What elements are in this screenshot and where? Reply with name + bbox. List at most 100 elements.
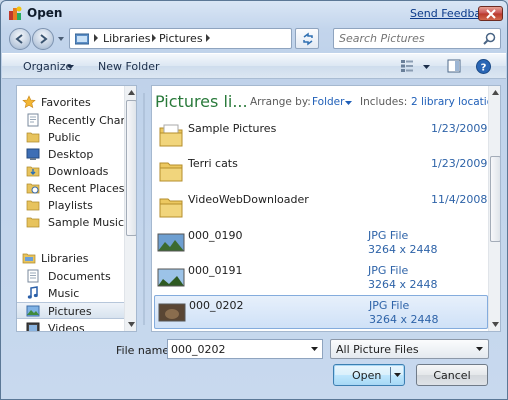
- open-button[interactable]: Open: [333, 364, 405, 386]
- scroll-up-icon[interactable]: [128, 90, 135, 95]
- nav-item-label: Music: [48, 287, 80, 300]
- libraries-label: Libraries: [41, 252, 89, 265]
- folder-icon: [159, 198, 183, 218]
- nav-item-recent-places[interactable]: Recent Places: [17, 180, 125, 197]
- nav-item-public[interactable]: Public: [17, 129, 125, 146]
- new-folder-button[interactable]: New Folder: [98, 60, 159, 73]
- file-type: JPG File: [369, 299, 410, 312]
- nav-item-music[interactable]: Music: [17, 285, 125, 302]
- file-type-filter[interactable]: All Picture Files: [330, 339, 489, 359]
- chevron-down-icon[interactable]: [345, 101, 352, 105]
- folder-icon: [26, 217, 40, 228]
- preview-pane-icon[interactable]: [447, 59, 461, 73]
- file-dimensions: 3264 x 2448: [368, 278, 438, 291]
- nav-item-label: Playlists: [48, 199, 93, 212]
- libraries-header[interactable]: Libraries: [17, 250, 125, 267]
- file-list-scrollbar[interactable]: [488, 86, 500, 331]
- scroll-down-icon[interactable]: [128, 322, 135, 327]
- chevron-down-icon: [476, 347, 483, 351]
- nav-item-recently-changed[interactable]: Recently Changed: [17, 112, 136, 129]
- file-type-filter-value: All Picture Files: [336, 343, 419, 356]
- videos-icon: [26, 322, 40, 331]
- nav-item-playlists[interactable]: Playlists: [17, 197, 125, 214]
- search-input[interactable]: [339, 31, 479, 46]
- file-list-pane: Pictures li... Arrange by: Folder Includ…: [151, 85, 501, 332]
- file-name-input[interactable]: [171, 342, 303, 356]
- scroll-up-icon[interactable]: [492, 90, 499, 95]
- forward-button[interactable]: [32, 28, 54, 50]
- view-options-icon[interactable]: [400, 59, 414, 73]
- nav-item-label: Downloads: [48, 165, 109, 178]
- open-dialog: Open Send Feedback Libraries Pictures Se…: [0, 0, 508, 400]
- nav-item-documents[interactable]: Documents: [17, 268, 125, 285]
- back-arrow-icon: [15, 34, 23, 44]
- search-icon[interactable]: [483, 32, 496, 45]
- file-row-selected[interactable]: 000_0202 JPG File 3264 x 2448: [154, 295, 488, 329]
- scrollbar-thumb[interactable]: [126, 100, 136, 236]
- nav-item-label: Public: [48, 131, 81, 144]
- nav-item-label: Videos: [48, 322, 85, 332]
- svg-text:?: ?: [481, 63, 487, 74]
- refresh-button[interactable]: [295, 28, 319, 49]
- file-name: Terri cats: [188, 157, 238, 170]
- file-row[interactable]: 000_0190 JPG File 3264 x 2448: [154, 226, 488, 260]
- photo-thumbnail-icon: [157, 233, 185, 252]
- nav-item-pictures[interactable]: Pictures: [17, 302, 125, 319]
- address-bar[interactable]: Libraries Pictures: [69, 28, 292, 49]
- file-row[interactable]: 000_0191 JPG File 3264 x 2448: [154, 261, 488, 295]
- file-date: 1/23/2009: [431, 157, 488, 170]
- pane-splitter[interactable]: [138, 85, 150, 332]
- file-row[interactable]: VideoWebDownloader 11/4/2008: [154, 190, 488, 224]
- star-icon: [22, 95, 36, 109]
- file-row[interactable]: Terri cats 1/23/2009: [154, 154, 488, 188]
- open-options-dropdown-icon[interactable]: [394, 373, 401, 377]
- help-icon[interactable]: ?: [476, 59, 491, 74]
- app-icon: [9, 6, 22, 20]
- breadcrumb-pictures[interactable]: Pictures: [159, 32, 203, 45]
- downloads-folder-icon: [26, 166, 40, 177]
- search-box[interactable]: [333, 28, 501, 49]
- library-title: Pictures li...: [155, 92, 248, 111]
- nav-item-label: Desktop: [48, 148, 94, 161]
- arrange-by-label: Arrange by:: [250, 96, 311, 108]
- favorites-header[interactable]: Favorites: [17, 94, 125, 111]
- recent-pages-dropdown-icon[interactable]: [56, 34, 66, 44]
- file-name: VideoWebDownloader: [188, 193, 309, 206]
- split-divider: [390, 367, 391, 383]
- nav-item-videos[interactable]: Videos: [17, 320, 125, 332]
- window-title: Open: [27, 6, 63, 20]
- nav-item-desktop[interactable]: Desktop: [17, 146, 125, 163]
- views-dropdown-icon[interactable]: [423, 65, 430, 69]
- nav-item-label: Pictures: [48, 305, 92, 318]
- close-button[interactable]: [478, 6, 503, 21]
- chevron-down-icon[interactable]: [311, 347, 318, 351]
- scroll-down-icon[interactable]: [492, 322, 499, 327]
- file-type: JPG File: [368, 229, 409, 242]
- arrange-by-dropdown[interactable]: Folder: [312, 96, 344, 108]
- file-name-combobox[interactable]: [167, 339, 323, 359]
- organize-menu[interactable]: Organize: [23, 60, 72, 73]
- file-date: 11/4/2008: [431, 193, 488, 206]
- scrollbar-thumb[interactable]: [490, 156, 500, 242]
- file-name: 000_0202: [189, 299, 244, 312]
- close-icon: [486, 9, 496, 19]
- desktop-icon: [26, 148, 40, 160]
- photo-thumbnail-icon: [158, 303, 186, 322]
- nav-item-label: Recent Places: [48, 182, 125, 195]
- cancel-button-label: Cancel: [433, 369, 471, 382]
- cancel-button[interactable]: Cancel: [416, 364, 488, 386]
- library-icon: [75, 33, 89, 45]
- refresh-icon: [303, 32, 313, 46]
- breadcrumb-separator-icon: [152, 34, 156, 42]
- breadcrumb-separator-icon: [206, 34, 210, 42]
- back-button[interactable]: [9, 28, 31, 50]
- navigation-pane: Favorites Recently Changed Public Deskto…: [16, 85, 137, 332]
- recently-changed-icon: [27, 113, 39, 127]
- navigation-scrollbar[interactable]: [124, 86, 136, 331]
- file-dimensions: 3264 x 2448: [368, 243, 438, 256]
- file-row[interactable]: Sample Pictures 1/23/2009: [154, 119, 488, 153]
- documents-icon: [27, 269, 39, 283]
- nav-item-sample-music[interactable]: Sample Music: [17, 214, 125, 231]
- nav-item-downloads[interactable]: Downloads: [17, 163, 125, 180]
- breadcrumb-libraries[interactable]: Libraries: [103, 32, 151, 45]
